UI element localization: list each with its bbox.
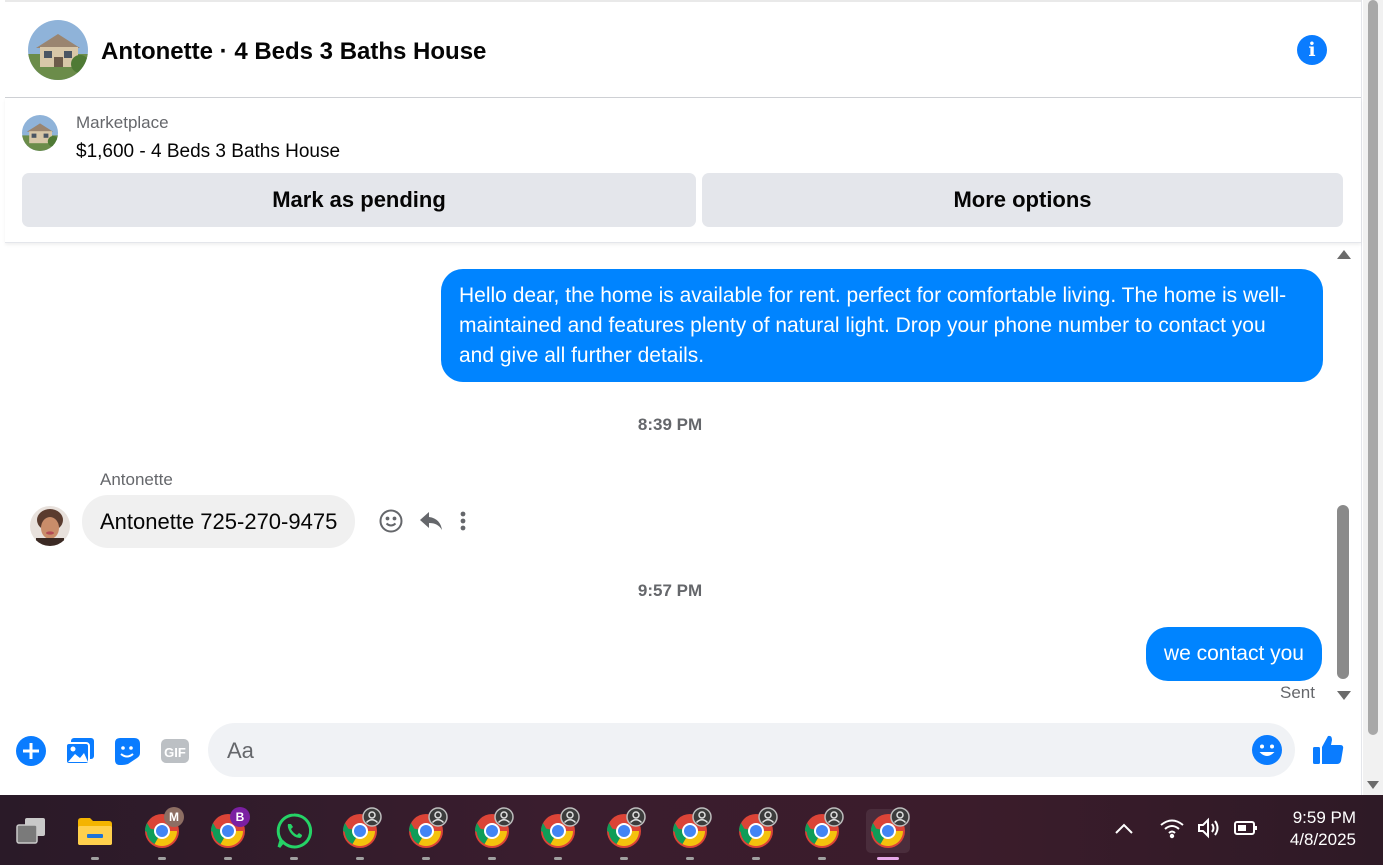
profile-avatar-icon <box>560 807 580 827</box>
more-vertical-icon[interactable] <box>458 509 468 533</box>
taskbar-indicator <box>290 857 298 860</box>
page-scrollbar[interactable] <box>1363 0 1383 795</box>
chat-header: Antonette · 4 Beds 3 Baths House i <box>5 0 1361 98</box>
gif-icon[interactable]: GIF <box>159 735 191 767</box>
taskbar-indicator <box>422 857 430 860</box>
chrome-icon[interactable] <box>404 807 448 860</box>
taskbar-indicator <box>488 857 496 860</box>
timestamp: 9:57 PM <box>637 581 703 600</box>
emoji-icon[interactable] <box>1251 734 1283 766</box>
profile-avatar-icon <box>824 807 844 827</box>
chat-window: Antonette · 4 Beds 3 Baths House i Marke… <box>5 0 1362 795</box>
message-scrollbar[interactable] <box>1335 243 1351 713</box>
chrome-icon[interactable] <box>668 807 712 860</box>
chrome-icon[interactable] <box>734 807 778 860</box>
composer: GIF Aa <box>5 713 1361 795</box>
profile-avatar-icon <box>428 807 448 827</box>
task-view-icon[interactable] <box>8 809 52 853</box>
profile-avatar-icon <box>692 807 712 827</box>
message-list: Hello dear, the home is available for re… <box>5 243 1361 713</box>
photo-icon[interactable] <box>64 735 96 767</box>
taskbar-indicator <box>877 857 899 860</box>
chrome-icon[interactable] <box>470 807 514 860</box>
marketplace-panel: Marketplace $1,600 - 4 Beds 3 Baths Hous… <box>5 98 1361 243</box>
chrome-icon[interactable] <box>800 807 844 860</box>
taskbar-indicator <box>224 857 232 860</box>
listing-title[interactable]: $1,600 - 4 Beds 3 Baths House <box>76 141 340 163</box>
sticker-icon[interactable] <box>111 735 143 767</box>
chevron-up-icon[interactable] <box>1114 821 1134 840</box>
incoming-message[interactable]: Antonette 725-270-9475 <box>82 495 356 548</box>
taskbar-indicator <box>91 857 99 860</box>
profile-avatar-icon <box>494 807 514 827</box>
battery-icon[interactable] <box>1233 817 1259 844</box>
taskbar-indicator <box>356 857 364 860</box>
wifi-icon[interactable] <box>1159 817 1185 844</box>
react-emoji-icon[interactable] <box>378 508 404 534</box>
taskbar-indicator <box>686 857 694 860</box>
clock-date: 4/8/2025 <box>1289 830 1356 849</box>
outgoing-message[interactable]: Hello dear, the home is available for re… <box>441 269 1323 382</box>
mark-as-pending-button[interactable]: Mark as pending <box>22 173 696 227</box>
chrome-icon[interactable] <box>338 807 382 860</box>
file-explorer-icon[interactable] <box>73 809 117 860</box>
chrome-icon[interactable]: M <box>140 807 184 860</box>
message-input-placeholder: Aa <box>227 738 254 763</box>
taskbar: M B 9:59 PM 4/8/2025 <box>0 795 1383 865</box>
profile-avatar-icon <box>362 807 382 827</box>
reply-icon[interactable] <box>418 509 444 533</box>
gif-label: GIF <box>164 745 186 760</box>
page-scrollbar-thumb[interactable] <box>1368 0 1378 735</box>
more-options-button[interactable]: More options <box>702 173 1343 227</box>
message-status: Sent <box>1280 683 1315 702</box>
message-scrollbar-thumb[interactable] <box>1337 505 1349 679</box>
profile-avatar-icon <box>758 807 778 827</box>
like-thumb-icon[interactable] <box>1310 732 1346 768</box>
clock-time: 9:59 PM <box>1292 808 1356 827</box>
plus-icon[interactable] <box>15 735 47 767</box>
chrome-icon[interactable] <box>866 807 910 860</box>
chrome-icon[interactable] <box>536 807 580 860</box>
taskbar-indicator <box>752 857 760 860</box>
sender-avatar[interactable] <box>30 506 70 546</box>
info-icon[interactable]: i <box>1297 35 1327 65</box>
listing-thumbnail[interactable] <box>22 115 58 151</box>
taskbar-indicator <box>554 857 562 860</box>
whatsapp-icon[interactable] <box>272 809 316 860</box>
listing-avatar[interactable] <box>28 20 88 80</box>
message-input[interactable]: Aa <box>208 723 1295 777</box>
outgoing-message[interactable]: we contact you <box>1145 627 1322 681</box>
system-clock[interactable]: 9:59 PM 4/8/2025 <box>1290 807 1356 851</box>
chrome-icon[interactable] <box>602 807 646 860</box>
profile-avatar-icon <box>890 807 910 827</box>
sender-name: Antonette <box>100 470 173 489</box>
taskbar-indicator <box>620 857 628 860</box>
profile-badge: B <box>230 807 250 827</box>
scroll-up-arrow[interactable] <box>1337 250 1351 259</box>
marketplace-label: Marketplace <box>76 113 169 132</box>
page-scroll-down-arrow[interactable] <box>1367 781 1379 789</box>
chrome-icon[interactable]: B <box>206 807 250 860</box>
profile-badge: M <box>164 807 184 827</box>
taskbar-indicator <box>158 857 166 860</box>
message-actions <box>378 508 468 534</box>
scroll-down-arrow[interactable] <box>1337 691 1351 700</box>
profile-avatar-icon <box>626 807 646 827</box>
taskbar-indicator <box>818 857 826 860</box>
conversation-title: Antonette · 4 Beds 3 Baths House <box>101 38 487 65</box>
volume-icon[interactable] <box>1196 817 1222 844</box>
timestamp: 8:39 PM <box>637 415 703 434</box>
